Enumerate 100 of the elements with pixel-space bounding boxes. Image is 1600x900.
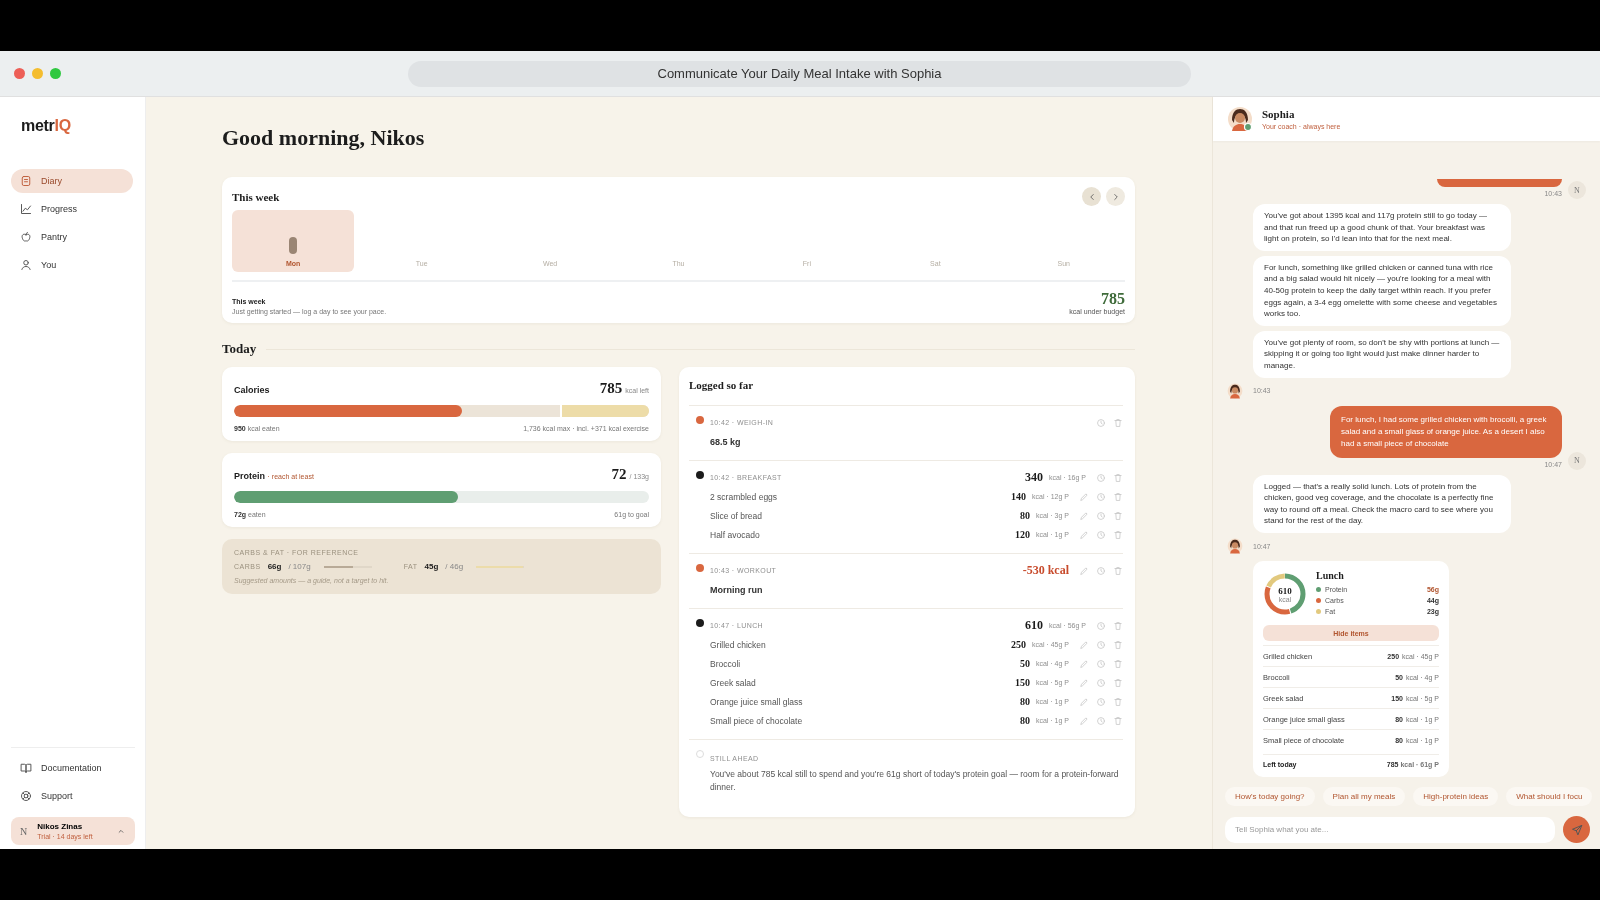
entry-title: Morning run — [710, 584, 763, 595]
food-kcal: 80 — [1019, 715, 1030, 726]
suggestion-chip[interactable]: How's today going? — [1225, 787, 1315, 806]
card-title: Lunch — [1316, 570, 1345, 581]
food-name: Half avocado — [710, 529, 760, 540]
entry-title: 68.5 kg — [710, 436, 741, 447]
send-button[interactable] — [1563, 816, 1590, 843]
budget-value: 785 — [1101, 290, 1125, 308]
macro-value: 45g — [424, 562, 439, 571]
card-title: This week — [232, 190, 280, 203]
clock-icon — [1096, 658, 1106, 669]
trash-icon — [1113, 696, 1123, 707]
send-icon — [1570, 823, 1583, 836]
close-dot[interactable] — [14, 68, 25, 79]
pencil-icon — [1079, 658, 1089, 669]
user-avatar: N — [1568, 181, 1586, 200]
clock-icon — [1096, 510, 1106, 521]
lifebuoy-icon — [20, 790, 32, 802]
trash-icon — [1113, 510, 1123, 521]
nav-item[interactable]: Progress — [11, 197, 133, 221]
clock-icon — [1096, 417, 1106, 428]
trash-icon — [1113, 677, 1123, 688]
pencil-icon — [1079, 677, 1089, 688]
food-kcal: 80 — [1019, 510, 1030, 521]
clock-icon — [1096, 677, 1106, 688]
pencil-icon — [1079, 491, 1089, 502]
apple-icon — [20, 231, 32, 243]
trash-icon — [1113, 565, 1123, 576]
clock-icon — [1096, 620, 1106, 631]
metric-label: Calories — [234, 385, 270, 395]
maximize-dot[interactable] — [50, 68, 61, 79]
coach-message: You've got about 1395 kcal and 117g protein still to go today — and that run freed up a good chunk of that. Your breakfast was light on protein, so I'd lean into that for the next meal. — [1253, 204, 1511, 251]
food-name: Small piece of chocolate — [710, 715, 803, 726]
coach-message: You've got plenty of room, so don't be shy with portions at lunch — skipping it or going too light would just make dinner harder to manage. — [1253, 330, 1511, 378]
clock-icon — [1096, 529, 1106, 540]
avatar-icon — [1227, 538, 1243, 554]
clock-icon — [1096, 639, 1106, 650]
food-kcal: 150 — [1014, 677, 1030, 688]
coach-name: Sophia — [1262, 108, 1296, 120]
clock-icon — [1096, 472, 1106, 483]
clock-icon — [1096, 565, 1106, 576]
coach-message: For lunch, something like grilled chicken or canned tuna with rice and a big salad would hit nicely — you're looking for a meal with 40-50g protein to keep the daily target within reach. If you prefer eggs again, a 3-4 egg omelette with some cheese and vegetables works too. — [1253, 255, 1511, 326]
food-name: Greek salad — [710, 677, 756, 688]
nav-item[interactable]: Pantry — [11, 225, 133, 249]
pencil-icon — [1079, 639, 1089, 650]
user-avatar: N — [1568, 451, 1586, 470]
suggestion-chip[interactable]: What should I focu — [1506, 787, 1593, 806]
minimize-dot[interactable] — [32, 68, 43, 79]
next-week-button[interactable] — [1106, 187, 1125, 206]
coach-message: Logged — that's a really solid lunch. Lots of protein from the chicken, good veg coverage, and the chocolate is a perfectly fine way to round off a meal. Check the macro card to see where you stand for the rest of the day. — [1253, 474, 1511, 533]
suggestion-chip[interactable]: Plan all my meals — [1322, 787, 1406, 806]
food-kcal: 250 — [1011, 639, 1027, 650]
clock-icon — [1096, 696, 1106, 707]
avatar-icon — [1227, 382, 1243, 399]
donut-total: 610 — [1278, 585, 1292, 596]
clock-icon — [1096, 491, 1106, 502]
food-kcal: 50 — [1019, 658, 1030, 669]
food-name: 2 scrambled eggs — [710, 491, 778, 502]
pencil-icon — [1079, 529, 1089, 540]
message-input[interactable]: Tell Sophia what you ate... — [1225, 816, 1555, 843]
avatar-icon — [1227, 106, 1253, 132]
macro-target: / 46g — [445, 562, 464, 571]
kcal-total: 610 — [1025, 618, 1044, 633]
pencil-icon — [1079, 565, 1089, 576]
line-chart-icon — [20, 203, 32, 215]
address-bar[interactable]: Communicate Your Daily Meal Intake with Sophia — [408, 60, 1191, 87]
nav-item[interactable]: Diary — [11, 169, 133, 193]
food-kcal: 120 — [1014, 529, 1030, 540]
notebook-icon — [20, 175, 32, 187]
food-kcal: 80 — [1019, 696, 1030, 707]
metric-value: 785 — [599, 380, 623, 396]
pencil-icon — [1079, 696, 1089, 707]
footer-link[interactable]: Support — [11, 784, 133, 808]
trash-icon — [1113, 658, 1123, 669]
previous-week-button[interactable] — [1082, 187, 1101, 206]
card-title: Logged so far — [689, 379, 755, 391]
user-message: For lunch, I had some grilled chicken with brocolli, a greek salad and a small glass of orange juice. As a desert I also had a small piece of chocolate — [1330, 405, 1562, 458]
metric-value: 72 — [611, 466, 627, 482]
nav-item[interactable]: You — [11, 253, 133, 277]
suggestion-chip[interactable]: High-protein ideas — [1413, 787, 1499, 806]
footer-link[interactable]: Documentation — [11, 756, 133, 780]
person-icon — [20, 259, 32, 271]
section-heading: Today — [222, 341, 257, 357]
trash-icon — [1113, 715, 1123, 726]
food-name: Broccoli — [710, 658, 741, 669]
clock-icon — [1096, 715, 1106, 726]
still-ahead-text: You've about 785 kcal still to spend and you're 61g short of today's protein goal — room for a protein-forward dinner. — [710, 768, 1120, 795]
trash-icon — [1113, 639, 1123, 650]
food-kcal: 140 — [1011, 491, 1027, 502]
pencil-icon — [1079, 715, 1089, 726]
trash-icon — [1113, 529, 1123, 540]
food-name: Grilled chicken — [710, 639, 766, 650]
kcal-total: 340 — [1025, 470, 1044, 485]
food-name: Orange juice small glass — [710, 696, 803, 707]
greeting-heading: Good morning, Nikos — [222, 125, 426, 151]
macro-donut — [1263, 572, 1307, 616]
trash-icon — [1113, 417, 1123, 428]
trash-icon — [1113, 491, 1123, 502]
app-logo: metrIQ — [21, 117, 72, 135]
book-icon — [20, 762, 32, 774]
